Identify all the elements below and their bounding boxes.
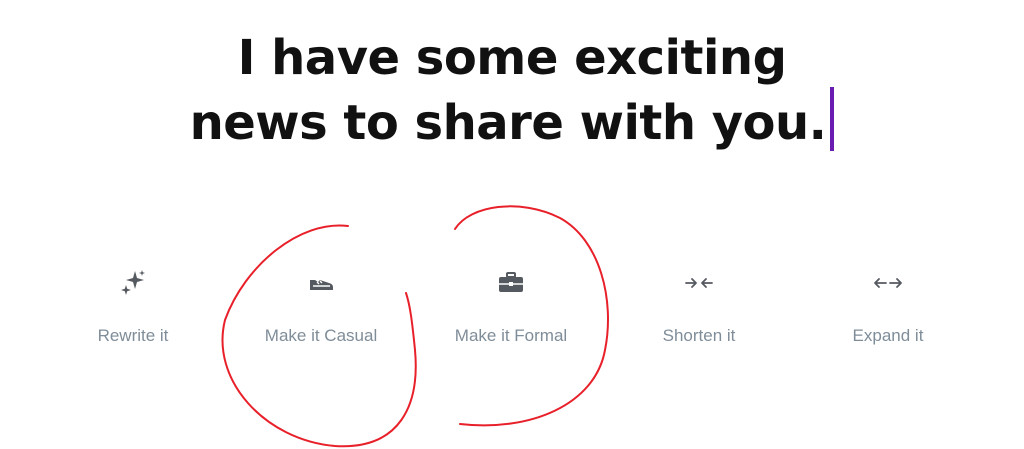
shorten-button[interactable]: Shorten it [609, 268, 789, 358]
arrows-outward-icon [798, 268, 978, 298]
sparkles-icon [43, 268, 223, 298]
expand-label: Expand it [852, 326, 924, 345]
sneaker-icon [231, 268, 411, 298]
briefcase-icon [421, 268, 601, 298]
make-formal-label: Make it Formal [454, 326, 568, 345]
arrows-inward-icon [609, 268, 789, 298]
make-casual-button[interactable]: Make it Casual [231, 268, 411, 358]
make-casual-label: Make it Casual [264, 326, 378, 345]
expand-button[interactable]: Expand it [798, 268, 978, 358]
rewrite-actions: Rewrite it Make it Casual Make it Formal [0, 0, 1024, 449]
rewrite-button[interactable]: Rewrite it [43, 268, 223, 358]
rewrite-label: Rewrite it [97, 326, 169, 345]
shorten-label: Shorten it [662, 326, 736, 345]
make-formal-button[interactable]: Make it Formal [421, 268, 601, 358]
